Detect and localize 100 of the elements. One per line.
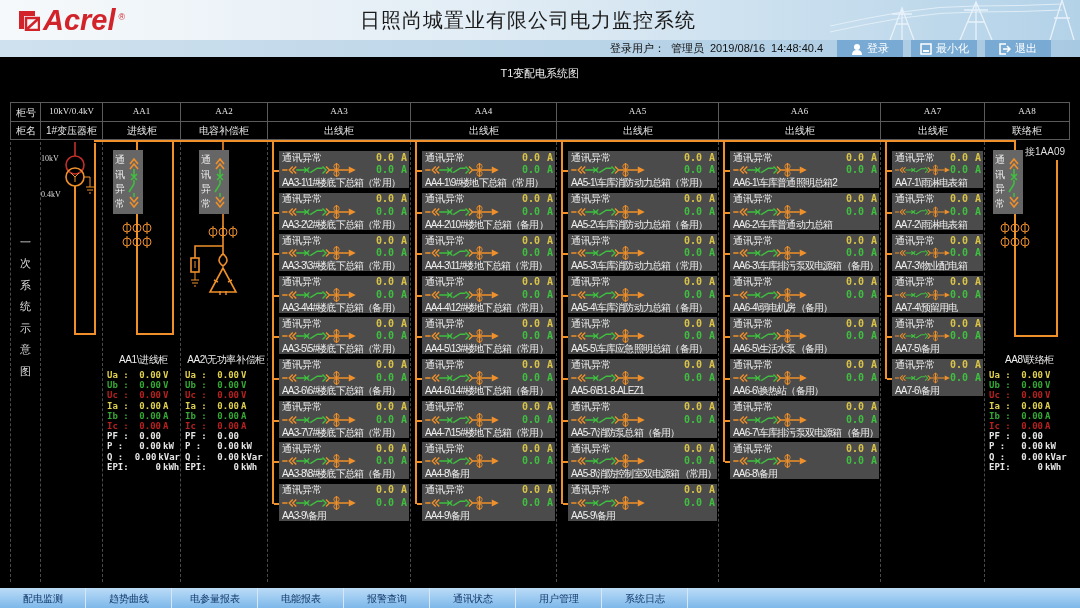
unit-label: A xyxy=(870,318,877,329)
current-reading: 0.0 xyxy=(683,206,702,217)
meter-value: 0.00 xyxy=(1020,370,1043,381)
meter-label: PF : xyxy=(185,431,208,442)
unit-label: A xyxy=(870,402,877,413)
feeder-name: AA3-5\5#楼底下总箱（常用） xyxy=(282,343,402,355)
logo-text: Acrel xyxy=(43,5,116,35)
unit-label: A xyxy=(546,485,553,496)
unit-label: A xyxy=(708,372,715,383)
cabinet-number-cell: 10kV/0.4kV xyxy=(41,102,103,121)
nav-tab[interactable]: 电参量报表 xyxy=(172,588,258,608)
feeder-wire xyxy=(274,377,279,380)
current-reading: 0.0 xyxy=(683,360,702,371)
unit-label: A xyxy=(708,360,715,371)
unit-label: A xyxy=(974,372,981,383)
unit-label: A xyxy=(708,235,715,246)
unit-label: A xyxy=(546,456,553,467)
current-reading: 0.0 xyxy=(375,165,394,175)
current-reading: 0.0 xyxy=(845,235,864,246)
meter-label: EPI: xyxy=(107,461,130,473)
nav-tab[interactable]: 报警查询 xyxy=(344,588,430,608)
cabinet-number-cell: AA6 xyxy=(719,102,881,121)
comm-status: 通讯异常 xyxy=(571,443,611,454)
unit-label: A xyxy=(974,331,981,342)
current-reading: 0.0 xyxy=(375,331,394,342)
meter-value: 0.00 xyxy=(138,410,161,421)
comm-status: 通讯异常 xyxy=(571,235,611,246)
unit-label: A xyxy=(400,360,407,371)
current-reading: 0.0 xyxy=(521,318,540,329)
feeder-name: AA6-2\车库普通动力总箱 xyxy=(733,218,834,230)
unit-label: A xyxy=(708,194,715,205)
meter-label: Ib : xyxy=(185,410,208,421)
current-reading: 0.0 xyxy=(375,443,394,454)
unit-label: V xyxy=(1045,370,1051,381)
cabinet-name-cell: 出线柜 xyxy=(557,121,719,140)
unit-label: A xyxy=(163,400,169,411)
unit-label: kWh xyxy=(163,461,180,473)
nav-tab[interactable]: 电能报表 xyxy=(258,588,344,608)
current-reading: 0.0 xyxy=(521,443,540,454)
meter-title: AA8\联络柜 xyxy=(1004,353,1055,367)
feeder-wire xyxy=(274,502,279,505)
feeder-symbol-drawing xyxy=(895,287,950,302)
feeder-symbol-drawing xyxy=(895,246,950,261)
unit-label: A xyxy=(974,318,981,329)
comm-status: 通讯异常 xyxy=(895,152,935,163)
meter-value: 0.00 xyxy=(1020,451,1043,462)
feeder-name: AA5-2\车库消防动力总箱（备用） xyxy=(571,218,709,230)
unit-label: A xyxy=(546,206,553,217)
nav-tab[interactable]: 通讯状态 xyxy=(430,588,516,608)
current-reading: 0.0 xyxy=(845,289,864,300)
comm-status: 通讯异常 xyxy=(895,194,935,205)
unit-label: A xyxy=(708,497,715,508)
unit-label: A xyxy=(708,331,715,342)
comm-status: 通讯异常 xyxy=(571,402,611,413)
meter-label: Q : xyxy=(989,451,1007,462)
feeder-wire xyxy=(417,336,422,339)
cabinet-name-cell: 出线柜 xyxy=(719,121,881,140)
meter-value: 0.00 xyxy=(1020,441,1043,452)
feeder-name: AA4-6\14#楼地下总箱（备用） xyxy=(425,384,549,396)
comm-status: 通讯异常 xyxy=(282,318,322,329)
nav-tab[interactable]: 趋势曲线 xyxy=(86,588,172,608)
unit-label: A xyxy=(974,248,981,259)
nav-tab[interactable]: 配电监测 xyxy=(0,588,86,608)
current-reading: 0.0 xyxy=(949,194,968,205)
user-label: 登录用户： xyxy=(610,41,665,57)
meter-value: 0.00 xyxy=(1020,431,1043,442)
feeder-wire xyxy=(887,294,892,297)
meter-value: 0 xyxy=(1036,461,1043,473)
feeder-name: AA4-9\备用 xyxy=(425,509,471,521)
unit-label: A xyxy=(400,235,407,246)
current-reading: 0.0 xyxy=(949,372,968,383)
cabinet-number-cell: AA5 xyxy=(557,102,719,121)
meter-label: Ib : xyxy=(989,410,1012,421)
unit-label: A xyxy=(546,331,553,342)
current-reading: 0.0 xyxy=(375,485,394,496)
unit-label: A xyxy=(400,206,407,217)
unit-label: kW xyxy=(241,441,252,452)
unit-label: A xyxy=(546,277,553,288)
comm-status: 通讯异常 xyxy=(895,360,935,371)
nav-tab[interactable]: 用户管理 xyxy=(516,588,602,608)
comm-status: 通讯异常 xyxy=(425,152,465,163)
nav-tab[interactable]: 系统日志 xyxy=(602,588,688,608)
comm-status: 通讯异常 xyxy=(282,152,322,163)
unit-label: A xyxy=(400,497,407,508)
feeder-name: AA6-4\弱电机房（备用） xyxy=(733,301,834,313)
current-reading: 0.0 xyxy=(521,277,540,288)
cabinet-name-cell: 电容补偿柜 xyxy=(181,121,268,140)
feeder-wire xyxy=(563,419,568,422)
voltage-label: 0.4kV xyxy=(41,190,61,199)
feeder-wire xyxy=(274,211,279,214)
unit-label: A xyxy=(974,206,981,217)
unit-label: V xyxy=(1045,390,1051,401)
unit-label: A xyxy=(546,194,553,205)
current-reading: 0.0 xyxy=(683,497,702,508)
current-reading: 0.0 xyxy=(375,248,394,259)
comm-status: 通讯异常 xyxy=(425,194,465,205)
feeder-wire xyxy=(274,253,279,256)
meter-value: 0.00 xyxy=(133,451,157,462)
unit-label: A xyxy=(400,414,407,425)
current-reading: 0.0 xyxy=(375,194,394,205)
